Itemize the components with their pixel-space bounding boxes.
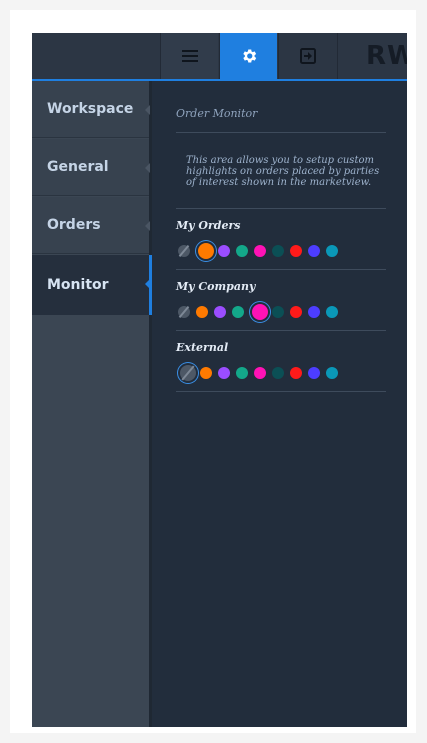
sidebar-item-label: Orders <box>47 217 101 233</box>
color-swatch[interactable] <box>290 366 302 379</box>
color-swatch[interactable] <box>252 303 268 320</box>
no-color-swatch[interactable] <box>178 305 190 318</box>
color-swatch[interactable] <box>214 305 226 318</box>
color-swatch[interactable] <box>272 305 284 318</box>
color-swatch[interactable] <box>196 305 208 318</box>
color-swatch[interactable] <box>236 244 248 257</box>
sidebar-item-workspace[interactable]: Workspace <box>32 81 150 138</box>
sign-in-icon <box>299 48 316 64</box>
menu-button[interactable] <box>160 33 218 79</box>
color-swatch[interactable] <box>218 244 230 257</box>
color-swatch[interactable] <box>308 366 320 379</box>
sidebar-item-general[interactable]: General <box>32 139 150 196</box>
brand-logo: RW <box>337 33 407 79</box>
sidebar-item-orders[interactable]: Orders <box>32 197 150 254</box>
color-swatch[interactable] <box>290 305 302 318</box>
sidebar-item-monitor[interactable]: Monitor <box>32 255 150 315</box>
color-swatch[interactable] <box>218 366 230 379</box>
no-color-swatch[interactable] <box>180 364 196 381</box>
settings-button[interactable] <box>219 33 277 79</box>
color-swatch[interactable] <box>254 244 266 257</box>
group-my-orders: My Orders <box>176 209 386 270</box>
chevron-left-icon <box>145 163 150 173</box>
sidebar-item-label: Workspace <box>47 101 134 117</box>
color-swatch[interactable] <box>326 305 338 318</box>
description-text: This area allows you to setup custom hig… <box>176 133 386 209</box>
gear-icon <box>242 49 256 63</box>
chevron-left-icon <box>145 221 150 231</box>
group-label: External <box>176 341 229 354</box>
exit-button[interactable] <box>278 33 336 79</box>
hamburger-icon <box>181 50 198 62</box>
logo-text: RW <box>366 41 407 71</box>
active-indicator <box>149 255 152 315</box>
color-swatch[interactable] <box>254 366 266 379</box>
color-swatch[interactable] <box>272 244 284 257</box>
top-toolbar: RW <box>32 33 407 81</box>
color-picker <box>176 354 386 392</box>
color-swatch[interactable] <box>290 244 302 257</box>
group-label: My Company <box>176 280 256 293</box>
sidebar-item-label: Monitor <box>47 277 109 293</box>
color-swatch[interactable] <box>308 244 320 257</box>
settings-sidebar: Workspace General Orders Monitor <box>32 81 152 727</box>
color-picker <box>176 293 386 331</box>
color-swatch[interactable] <box>326 366 338 379</box>
group-my-company: My Company <box>176 270 386 331</box>
chevron-left-icon <box>145 105 150 115</box>
color-swatch[interactable] <box>272 366 284 379</box>
color-swatch[interactable] <box>308 305 320 318</box>
color-swatch[interactable] <box>200 366 212 379</box>
sidebar-item-label: General <box>47 159 109 175</box>
section-title: Order Monitor <box>176 81 386 133</box>
group-label: My Orders <box>176 219 241 232</box>
color-picker <box>176 232 386 270</box>
color-swatch[interactable] <box>232 305 244 318</box>
settings-panel: RW Workspace General Orders Monitor Orde… <box>32 33 407 727</box>
group-external: External <box>176 331 386 392</box>
color-swatch[interactable] <box>198 242 214 259</box>
color-swatch[interactable] <box>326 244 338 257</box>
order-monitor-content: Order Monitor This area allows you to se… <box>176 81 386 392</box>
no-color-swatch[interactable] <box>178 244 190 257</box>
color-swatch[interactable] <box>236 366 248 379</box>
